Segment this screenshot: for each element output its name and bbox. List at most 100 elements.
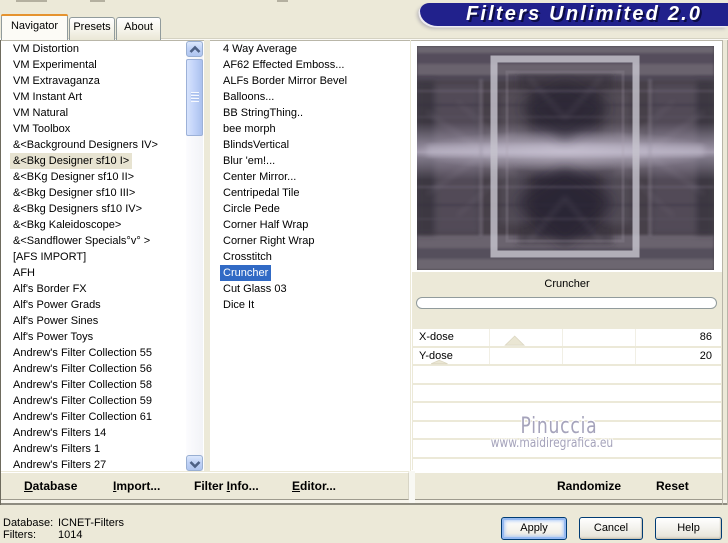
list-item[interactable]: Center Mirror...: [210, 169, 410, 185]
list-item[interactable]: Crosstitch: [210, 249, 410, 265]
list-item[interactable]: BlindsVertical: [210, 137, 410, 153]
tab-about[interactable]: About: [116, 17, 161, 40]
list-item-label: AF62 Effected Emboss...: [223, 59, 345, 71]
list-item[interactable]: Balloons...: [210, 89, 410, 105]
list-item[interactable]: Dice It: [210, 297, 410, 313]
list-item-label: &<Sandflower Specials°v° >: [13, 235, 151, 247]
list-item[interactable]: [AFS IMPORT]: [1, 249, 204, 265]
progress-bar: [416, 297, 717, 309]
page-bottom-shadow: [0, 503, 728, 505]
list-item[interactable]: Andrew's Filter Collection 58: [1, 377, 204, 393]
list-item[interactable]: Andrew's Filters 14: [1, 425, 204, 441]
category-list-items: VM Distortion VM Experimental VM Extravaga…: [1, 41, 204, 473]
list-item[interactable]: Corner Half Wrap: [210, 217, 410, 233]
list-item[interactable]: VM Toolbox: [1, 121, 204, 137]
list-item[interactable]: &<Bkg Designers sf10 IV>: [1, 201, 204, 217]
list-item[interactable]: Andrew's Filter Collection 56: [1, 361, 204, 377]
list-item[interactable]: ALFs Border Mirror Bevel: [210, 73, 410, 89]
apply-button[interactable]: Apply: [501, 517, 567, 540]
list-item-label: &<BKg Designer sf10 II>: [13, 171, 135, 183]
list-item[interactable]: Cruncher: [210, 265, 410, 281]
category-listbox[interactable]: VM Distortion VM Experimental VM Extravaga…: [1, 40, 204, 471]
import-button[interactable]: Import...: [113, 479, 160, 493]
top-edge-artifact: [90, 0, 105, 2]
list-item[interactable]: Alf's Power Sines: [1, 313, 204, 329]
watermark-url: www.maidiregrafica.eu: [490, 436, 614, 451]
list-item-label: Andrew's Filter Collection 59: [13, 395, 153, 407]
filter-list-items: 4 Way Average AF62 Effected Emboss... ALFs…: [210, 41, 410, 313]
list-item[interactable]: VM Instant Art: [1, 89, 204, 105]
list-item-label: VM Experimental: [13, 59, 97, 71]
scrollbar-down-button[interactable]: [186, 455, 203, 471]
list-item-label: &<Bkg Kaleidoscope>: [13, 219, 122, 231]
list-item[interactable]: Andrew's Filters 1: [1, 441, 204, 457]
list-item[interactable]: &<Bkg Kaleidoscope>: [1, 217, 204, 233]
editor-button[interactable]: Editor...: [292, 479, 336, 493]
filter-preview-image[interactable]: [417, 46, 714, 270]
list-item-label: Andrew's Filter Collection 55: [13, 347, 153, 359]
list-item[interactable]: &<Bkg Designer sf10 III>: [1, 185, 204, 201]
list-item[interactable]: &<Background Designers IV>: [1, 137, 204, 153]
chevron-down-icon: [189, 461, 201, 469]
list-item[interactable]: BB StringThing..: [210, 105, 410, 121]
list-item[interactable]: VM Natural: [1, 105, 204, 121]
list-item[interactable]: 4 Way Average: [210, 41, 410, 57]
slider-thumb[interactable]: [430, 359, 448, 365]
list-item[interactable]: bee morph: [210, 121, 410, 137]
scrollbar-thumb[interactable]: [186, 59, 203, 136]
tab-navigator[interactable]: Navigator: [1, 14, 68, 40]
cancel-button[interactable]: Cancel: [579, 517, 643, 540]
list-item[interactable]: VM Distortion: [1, 41, 204, 57]
list-item[interactable]: AF62 Effected Emboss...: [210, 57, 410, 73]
list-item[interactable]: Andrew's Filter Collection 59: [1, 393, 204, 409]
category-scrollbar[interactable]: [186, 41, 203, 471]
tab-presets[interactable]: Presets: [69, 17, 115, 40]
list-item-label: BB StringThing..: [223, 107, 304, 119]
list-item-label: Blur 'em!...: [223, 155, 276, 167]
list-item[interactable]: AFH: [1, 265, 204, 281]
filter-listbox[interactable]: 4 Way Average AF62 Effected Emboss... ALFs…: [210, 40, 410, 471]
list-item-label: Alf's Border FX: [13, 283, 87, 295]
list-item-label: VM Instant Art: [13, 91, 83, 103]
list-item[interactable]: &<Bkg Designer sf10 I>: [1, 153, 204, 169]
list-item-label: VM Distortion: [13, 43, 80, 55]
title-banner: Filters Unlimited 2.0: [420, 3, 728, 26]
list-item[interactable]: Alf's Power Toys: [1, 329, 204, 345]
database-button[interactable]: Database: [24, 479, 77, 493]
filter-info-button[interactable]: Filter Info...: [194, 479, 259, 493]
list-item-label: Alf's Power Grads: [13, 299, 101, 311]
list-item[interactable]: Corner Right Wrap: [210, 233, 410, 249]
list-item[interactable]: &<Sandflower Specials°v° >: [1, 233, 204, 249]
watermark: Pinuccia www.maidiregrafica.eu: [412, 414, 722, 451]
list-item[interactable]: Andrew's Filter Collection 61: [1, 409, 204, 425]
list-item[interactable]: Andrew's Filter Collection 55: [1, 345, 204, 361]
panel-right-edge: [722, 40, 723, 505]
status-database-value: ICNET-Filters: [58, 517, 124, 529]
status-area: Database: ICNET-Filters Filters: 1014: [3, 517, 124, 541]
list-item[interactable]: Alf's Power Grads: [1, 297, 204, 313]
list-item-label: BlindsVertical: [223, 139, 290, 151]
randomize-button[interactable]: Randomize: [557, 479, 621, 493]
selected-filter-name: Cruncher: [544, 278, 590, 290]
list-item[interactable]: VM Extravaganza: [1, 73, 204, 89]
list-item-label: Andrew's Filters 27: [13, 459, 107, 471]
list-item-label: Andrew's Filters 14: [13, 427, 107, 439]
list-item-label: 4 Way Average: [223, 43, 297, 55]
scrollbar-up-button[interactable]: [186, 41, 203, 57]
list-item[interactable]: Alf's Border FX: [1, 281, 204, 297]
list-item[interactable]: Cut Glass 03: [210, 281, 410, 297]
slider-thumb[interactable]: [504, 335, 526, 346]
list-item[interactable]: Blur 'em!...: [210, 153, 410, 169]
chevron-up-icon: [189, 45, 201, 53]
list-item-label: &<Bkg Designer sf10 III>: [13, 187, 136, 199]
reset-button[interactable]: Reset: [656, 479, 689, 493]
status-database-label: Database:: [3, 517, 54, 529]
help-button[interactable]: Help: [655, 517, 722, 540]
watermark-name: Pinuccia: [520, 414, 598, 439]
list-item[interactable]: Circle Pede: [210, 201, 410, 217]
list-item[interactable]: VM Experimental: [1, 57, 204, 73]
list-item[interactable]: &<BKg Designer sf10 II>: [1, 169, 204, 185]
list-item[interactable]: Andrew's Filters 27: [1, 457, 204, 473]
scrollbar-grip: [191, 92, 199, 102]
list-item[interactable]: Centripedal Tile: [210, 185, 410, 201]
